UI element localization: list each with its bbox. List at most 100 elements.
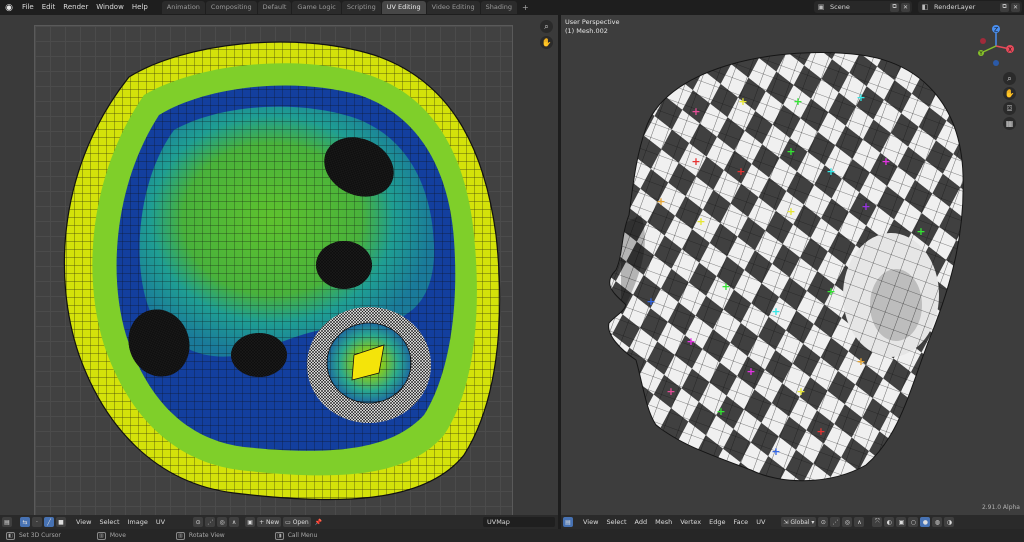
status-move-label: Move [109, 532, 126, 539]
pivot-point-icon[interactable]: ⊙ [193, 517, 204, 527]
open-image-label: Open [292, 518, 309, 526]
vertex-select-icon[interactable]: · [32, 517, 42, 527]
status-move: ▥ Move [96, 531, 126, 540]
overlay-toggle-icon[interactable]: ◐ [884, 517, 895, 527]
falloff-icon[interactable]: ∧ [229, 517, 240, 527]
face-select-icon[interactable]: ■ [56, 517, 66, 527]
image-browse-icon[interactable]: ▣ [245, 517, 256, 527]
status-call-menu-label: Call Menu [287, 532, 318, 539]
tab-default[interactable]: Default [257, 1, 292, 14]
uv-menu-view[interactable]: View [72, 515, 95, 529]
svg-text:+: + [721, 280, 730, 293]
gizmo-toggle-icon[interactable]: ⤧ [872, 517, 883, 527]
xray-toggle-icon[interactable]: ▣ [896, 517, 907, 527]
tab-game-logic[interactable]: Game Logic [292, 1, 341, 14]
vp-menu-face[interactable]: Face [729, 515, 752, 529]
svg-text:X: X [1008, 47, 1012, 54]
svg-text:+: + [856, 91, 865, 104]
orthographic-grid-icon[interactable]: ▦ [1003, 117, 1016, 130]
svg-text:+: + [786, 205, 795, 218]
svg-text:+: + [771, 445, 780, 458]
vp-menu-add[interactable]: Add [631, 515, 652, 529]
uv-menu-image[interactable]: Image [124, 515, 152, 529]
menu-render[interactable]: Render [59, 0, 92, 15]
uv-zoom-icon[interactable]: ⌕ [540, 20, 553, 33]
proportional-edit-icon[interactable]: ◎ [217, 517, 228, 527]
svg-text:+: + [786, 145, 795, 158]
vp-menu-vertex[interactable]: Vertex [676, 515, 705, 529]
vp-menu-mesh[interactable]: Mesh [651, 515, 676, 529]
orientation-dropdown[interactable]: ⇲ Global ▾ [781, 517, 817, 527]
vp-proportional-icon[interactable]: ◎ [842, 517, 853, 527]
menu-help[interactable]: Help [128, 0, 152, 15]
vp-snap-icon[interactable]: ⋰ [830, 517, 841, 527]
close-layer-icon[interactable]: ✕ [1011, 2, 1020, 12]
svg-text:Z: Z [994, 27, 998, 34]
solid-shading-icon[interactable]: ● [920, 517, 931, 527]
tab-compositing[interactable]: Compositing [205, 1, 257, 14]
pivot-icon[interactable]: ⊙ [818, 517, 829, 527]
tab-uv-editing[interactable]: UV Editing [381, 1, 426, 14]
uv-menu-uv[interactable]: UV [152, 515, 169, 529]
orientation-label: Global [790, 518, 810, 526]
render-layer-selector[interactable]: ◧ RenderLayer ⧉ ✕ [918, 1, 1022, 13]
camera-view-icon[interactable]: ⌼ [1003, 102, 1016, 115]
edge-select-icon[interactable]: ╱ [44, 517, 54, 527]
svg-text:+: + [746, 365, 755, 378]
new-image-label: New [266, 518, 280, 526]
status-rotate-view: ▥ Rotate View [175, 531, 225, 540]
add-workspace-button[interactable]: + [518, 1, 533, 14]
mouse-left-icon: ◧ [6, 531, 15, 540]
vp-menu-view[interactable]: View [579, 515, 602, 529]
uv-sync-selection-icon[interactable]: ⇆ [20, 517, 30, 527]
svg-text:+: + [736, 165, 745, 178]
blender-logo-icon[interactable]: ◉ [4, 3, 14, 13]
svg-text:+: + [916, 225, 925, 238]
uv-menu-select[interactable]: Select [95, 515, 123, 529]
tab-shading[interactable]: Shading [480, 1, 517, 14]
snap-icon[interactable]: ⋰ [205, 517, 216, 527]
viewport-zoom-icon[interactable]: ⌕ [1003, 72, 1016, 85]
rendered-shading-icon[interactable]: ◑ [944, 517, 955, 527]
svg-text:+: + [738, 95, 747, 108]
material-shading-icon[interactable]: ◍ [932, 517, 943, 527]
svg-text:+: + [691, 155, 700, 168]
copy-scene-icon[interactable]: ⧉ [890, 2, 899, 12]
mouse-middle-icon: ▥ [96, 531, 106, 540]
viewport-editor-type-icon[interactable]: ▤ [563, 517, 573, 527]
close-scene-icon[interactable]: ✕ [901, 2, 910, 12]
tab-scripting[interactable]: Scripting [341, 1, 381, 14]
svg-text:+: + [771, 305, 780, 318]
uv-pan-hand-icon[interactable]: ✋ [540, 36, 553, 49]
pin-icon[interactable]: 📌 [313, 517, 324, 527]
tab-video-editing[interactable]: Video Editing [426, 1, 480, 14]
open-image-button[interactable]: ▭ Open [283, 517, 311, 527]
vp-menu-select[interactable]: Select [602, 515, 630, 529]
new-image-button[interactable]: + New [257, 517, 282, 527]
vp-falloff-icon[interactable]: ∧ [854, 517, 865, 527]
vp-menu-edge[interactable]: Edge [705, 515, 729, 529]
3d-viewport-area[interactable]: User Perspective (1) Mesh.002 + + + + + … [561, 15, 1024, 515]
svg-text:+: + [796, 385, 805, 398]
menu-edit[interactable]: Edit [38, 0, 60, 15]
status-call-menu: ◨ Call Menu [274, 531, 318, 540]
navigation-gizmo[interactable]: Z X Y [973, 23, 1019, 69]
viewport-pan-hand-icon[interactable]: ✋ [1003, 87, 1016, 100]
menu-window[interactable]: Window [92, 0, 128, 15]
head-mesh-render[interactable]: + + + + + + + + + + + + + + + + + + + + … [561, 15, 1024, 515]
svg-text:+: + [646, 295, 655, 308]
uv-island-map[interactable] [34, 25, 513, 519]
uv-editor-header: ▤ ⇆ · ╱ ■ View Select Image UV ⊙ ⋰ ◎ ∧ ▣… [0, 515, 558, 529]
uv-editor-area[interactable]: ⌕ ✋ [0, 15, 558, 519]
vp-menu-uv[interactable]: UV [752, 515, 769, 529]
copy-layer-icon[interactable]: ⧉ [1000, 2, 1009, 12]
wireframe-shading-icon[interactable]: ○ [908, 517, 919, 527]
scene-selector[interactable]: ▣ Scene ⧉ ✕ [814, 1, 912, 13]
menu-file[interactable]: File [18, 0, 38, 15]
tab-animation[interactable]: Animation [161, 1, 205, 14]
uvmap-field[interactable]: UVMap [483, 517, 555, 527]
status-bar: ◧ Set 3D Cursor ▥ Move ▥ Rotate View ◨ C… [0, 529, 1024, 542]
status-rotate-view-label: Rotate View [188, 532, 225, 539]
editor-type-icon[interactable]: ▤ [2, 517, 12, 527]
svg-text:+: + [666, 385, 675, 398]
